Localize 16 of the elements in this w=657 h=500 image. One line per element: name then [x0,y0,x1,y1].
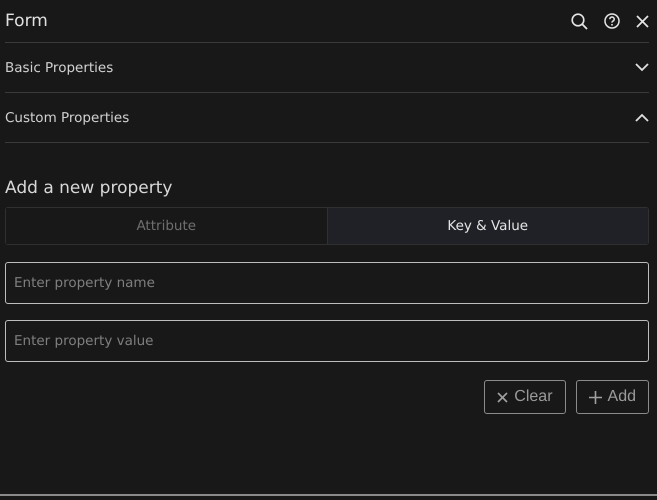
section-heading: Add a new property [5,178,174,198]
help-icon[interactable] [604,13,620,29]
input-field[interactable]: Enter property name [5,262,649,304]
tab[interactable]: Key & Value [326,208,648,244]
search-icon[interactable] [571,12,588,30]
close-icon[interactable] [636,14,649,28]
plus-icon [588,390,602,404]
clear-button[interactable]: Clear [484,380,566,414]
chevron-down-icon [635,63,649,72]
accordion-header[interactable]: Basic Properties [5,43,649,93]
window-title: Form [5,11,49,31]
accordion-header[interactable]: Custom Properties [5,93,649,143]
chevron-up-icon [635,113,649,122]
close-icon [497,392,508,402]
add-button[interactable]: Add [576,380,649,414]
input-field[interactable]: Enter property value [5,320,649,362]
